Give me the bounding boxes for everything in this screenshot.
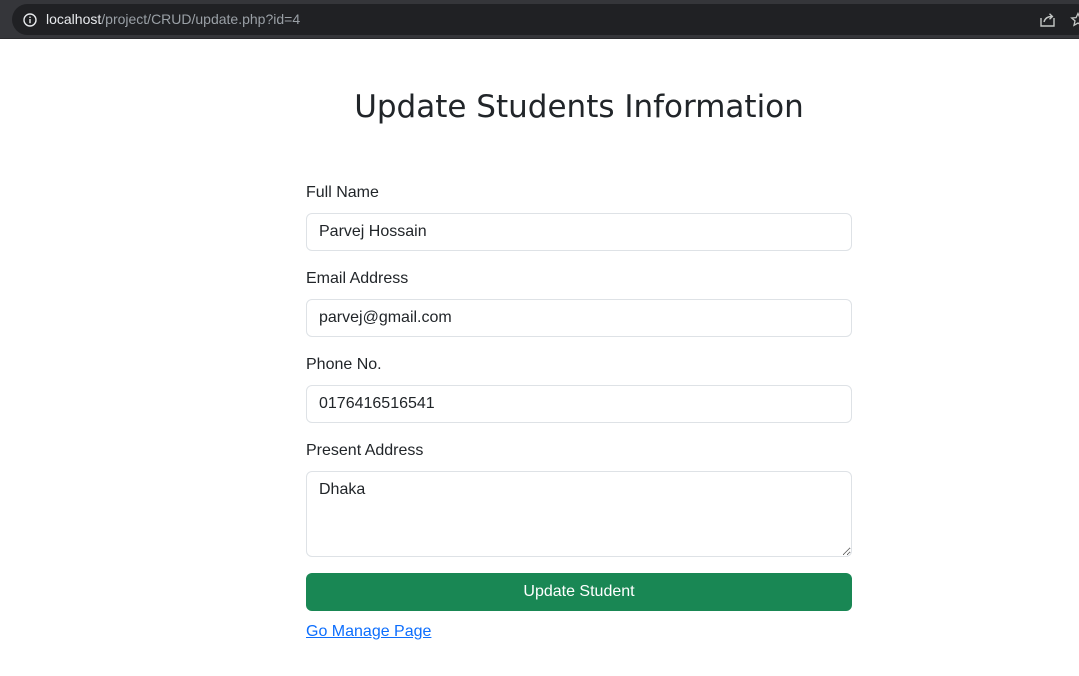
- page-title: Update Students Information: [354, 89, 804, 125]
- info-icon[interactable]: [23, 13, 37, 27]
- go-manage-page-link[interactable]: Go Manage Page: [306, 622, 431, 642]
- address-label: Present Address: [306, 442, 424, 459]
- page-content: Update Students Information Full Name Em…: [0, 40, 1079, 676]
- phone-label: Phone No.: [306, 356, 382, 373]
- full-name-input[interactable]: [306, 213, 852, 251]
- share-icon[interactable]: [1039, 12, 1056, 28]
- address-bar[interactable]: localhost/project/CRUD/update.php?id=4: [12, 4, 1079, 35]
- email-label: Email Address: [306, 270, 409, 287]
- browser-toolbar: localhost/project/CRUD/update.php?id=4: [0, 0, 1079, 39]
- url-host: localhost: [46, 11, 102, 27]
- email-input[interactable]: [306, 299, 852, 337]
- full-name-label: Full Name: [306, 184, 379, 201]
- address-textarea[interactable]: Dhaka: [306, 471, 852, 557]
- update-student-button[interactable]: Update Student: [306, 573, 852, 611]
- phone-input[interactable]: [306, 385, 852, 423]
- star-icon[interactable]: [1070, 12, 1079, 28]
- url-path: /project/CRUD/update.php?id=4: [101, 11, 301, 27]
- url-text[interactable]: localhost/project/CRUD/update.php?id=4: [46, 11, 300, 28]
